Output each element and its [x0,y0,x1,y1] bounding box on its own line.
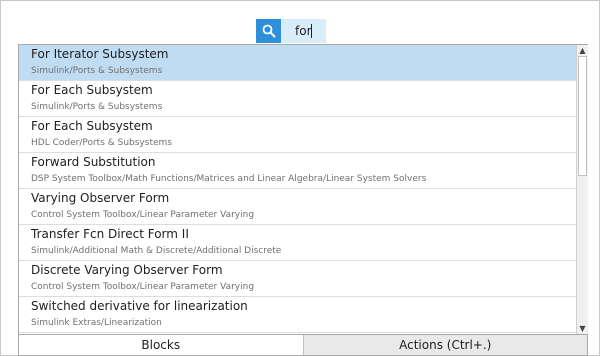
result-library-path: Simulink/Additional Math & Discrete/Addi… [31,246,282,256]
tab-actions[interactable]: Actions (Ctrl+.) [302,335,587,355]
result-item[interactable]: Forward Substitution DSP System Toolbox/M… [19,153,576,189]
result-item[interactable]: For Each Subsystem Simulink/Ports & Subsy… [19,81,576,117]
results-list: For Iterator Subsystem Simulink/Ports & S… [19,45,576,334]
result-name: Discrete Varying Observer Form [31,263,223,277]
results-popup: For Iterator Subsystem Simulink/Ports & S… [18,44,588,335]
result-name: For Iterator Subsystem [31,47,169,61]
tab-bar: Blocks Actions (Ctrl+.) [18,335,588,356]
result-name: Varying Observer Form [31,191,170,205]
search-input[interactable] [281,19,326,43]
result-name: Switched derivative for linearization [31,299,248,313]
result-item[interactable]: Discrete Varying Observer Form Control Sy… [19,261,576,297]
result-library-path: DSP System Toolbox/Math Functions/Matric… [31,174,427,184]
scrollbar[interactable]: ▲ ▼ [576,45,588,334]
result-item[interactable]: Varying Observer Form Control System Tool… [19,189,576,225]
arrow-up-icon[interactable]: ▲ [577,45,588,56]
result-library-path: Simulink/Ports & Subsystems [31,66,163,76]
quick-insert-window: For Iterator Subsystem Simulink/Ports & S… [0,0,600,356]
result-name: For Each Subsystem [31,119,153,133]
result-library-path: Control System Toolbox/Linear Parameter … [31,282,255,292]
scroll-thumb[interactable] [578,56,587,176]
result-item[interactable]: Transfer Fcn Direct Form II Simulink/Addi… [19,225,576,261]
result-name: For Each Subsystem [31,83,153,97]
result-item[interactable]: Switched derivative for linearization Sim… [19,297,576,333]
result-name: Forward Substitution [31,155,156,169]
result-library-path: Control System Toolbox/Linear Parameter … [31,210,255,220]
result-library-path: HDL Coder/Ports & Subsystems [31,138,172,148]
result-item[interactable]: For Iterator Subsystem Simulink/Ports & S… [19,45,576,81]
result-library-path: Simulink Extras/Linearization [31,318,162,328]
search-icon [262,24,275,38]
result-library-path: Simulink/Ports & Subsystems [31,102,163,112]
result-name: Transfer Fcn Direct Form II [31,227,189,241]
tab-blocks[interactable]: Blocks [19,335,303,355]
arrow-down-icon[interactable]: ▼ [577,323,588,334]
result-item[interactable]: For Each Subsystem HDL Coder/Ports & Subs… [19,117,576,153]
search-button[interactable] [256,19,281,43]
text-caret [311,24,312,38]
